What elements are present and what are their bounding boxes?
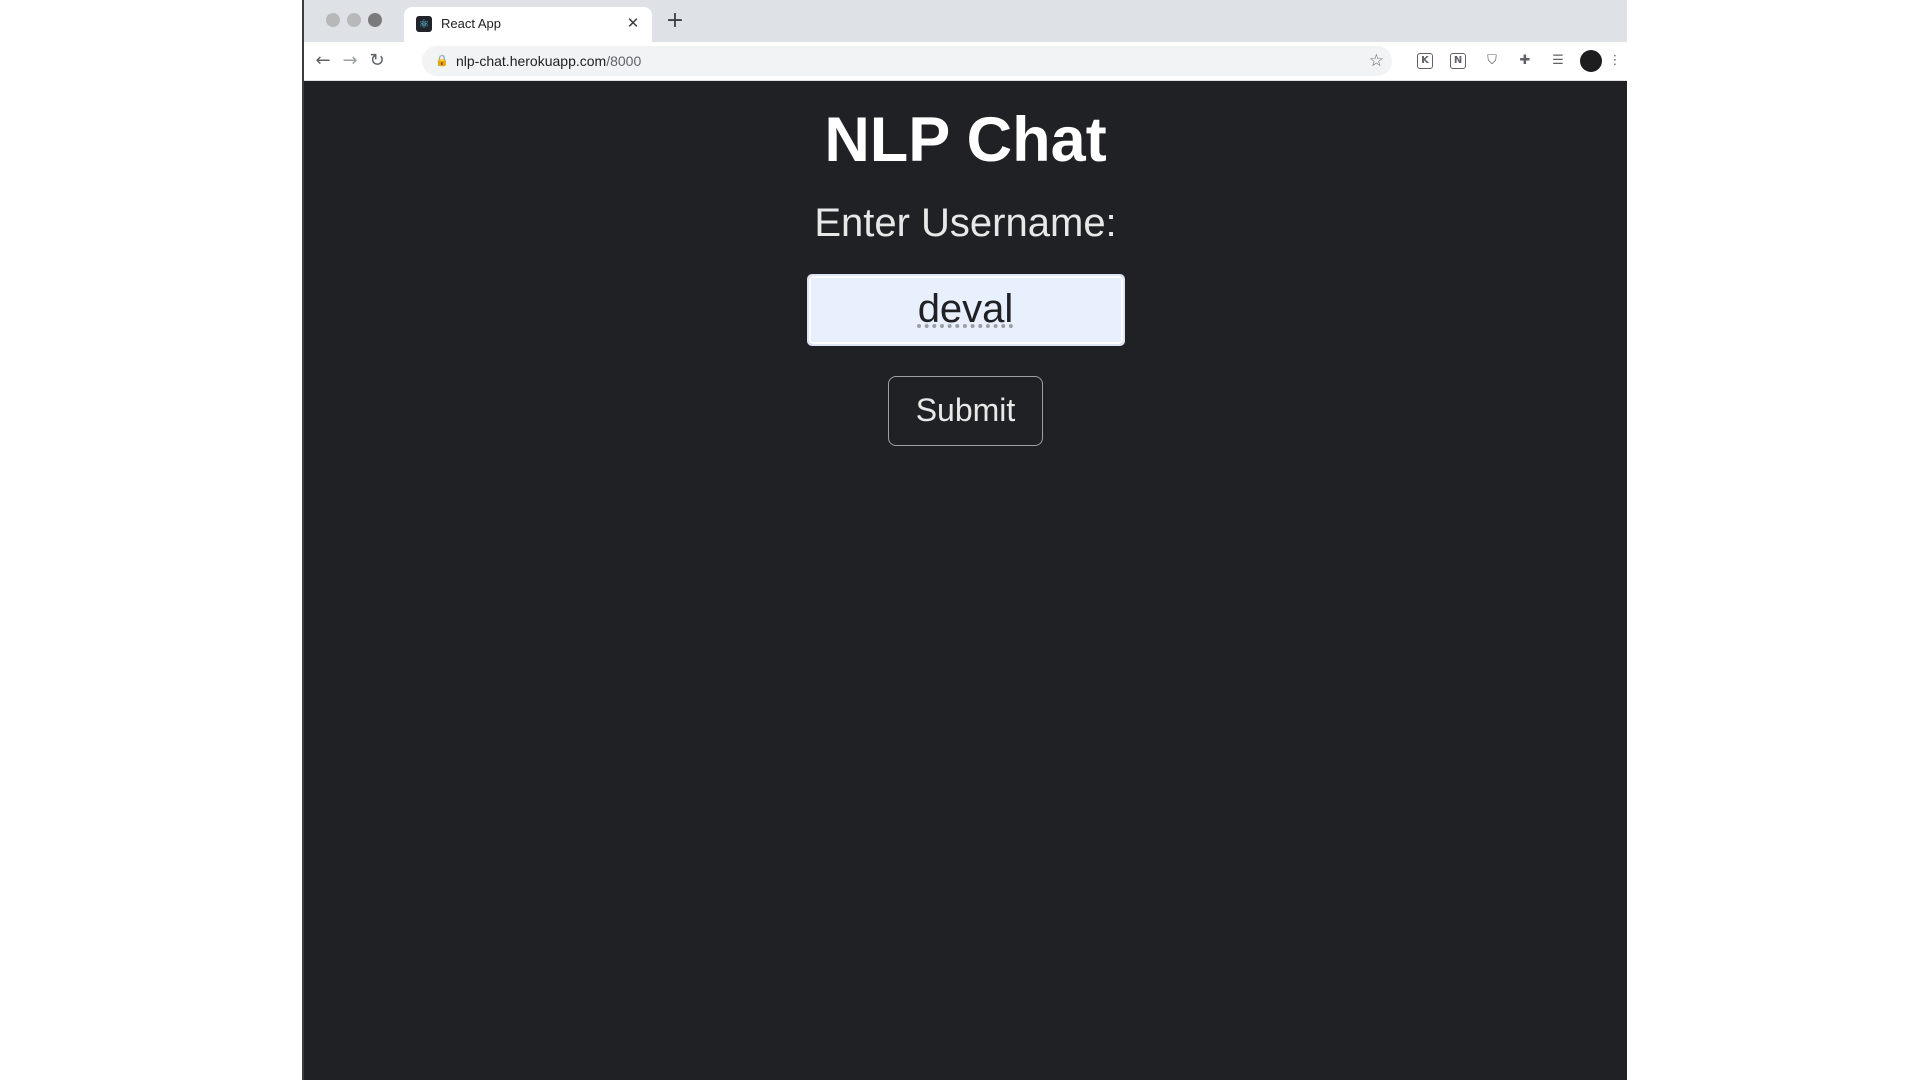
kebab-menu-icon[interactable]: ⋮: [1606, 52, 1624, 70]
minimize-window-button[interactable]: [347, 13, 361, 27]
puzzle-icon[interactable]: ✚: [1516, 52, 1534, 70]
tab-react-app[interactable]: ⚛ React App ✕: [404, 7, 652, 42]
url-path: /8000: [606, 53, 642, 69]
lock-icon[interactable]: 🔒: [434, 53, 450, 69]
shield-icon[interactable]: ⛉: [1483, 52, 1501, 70]
extension-k-icon[interactable]: K: [1417, 53, 1433, 69]
username-prompt-label: Enter Username:: [814, 200, 1117, 245]
bookmark-star-icon[interactable]: ☆: [1369, 51, 1384, 71]
maximize-window-button[interactable]: [368, 13, 382, 27]
url-text[interactable]: nlp-chat.herokuapp.com/8000: [456, 53, 641, 69]
react-icon: ⚛: [416, 16, 432, 32]
forward-arrow-icon[interactable]: →: [339, 50, 361, 72]
browser-window: ⚛ React App ✕ + ← → ↻ 🔒 nlp-chat.herokua…: [302, 0, 1627, 1080]
url-host: nlp-chat.herokuapp.com: [456, 53, 607, 69]
reading-list-icon[interactable]: ☰: [1549, 52, 1567, 70]
username-input[interactable]: [806, 273, 1125, 346]
close-tab-icon[interactable]: ✕: [624, 14, 642, 32]
address-bar[interactable]: 🔒 nlp-chat.herokuapp.com/8000 ☆: [422, 46, 1392, 76]
submit-button[interactable]: Submit: [888, 375, 1043, 446]
tab-title: React App: [441, 16, 501, 31]
tab-strip: ⚛ React App ✕ +: [304, 0, 1627, 42]
page-content: NLP Chat Enter Username: Submit: [304, 81, 1627, 1080]
notion-icon[interactable]: N: [1450, 53, 1466, 69]
browser-toolbar: ← → ↻ 🔒 nlp-chat.herokuapp.com/8000 ☆ K …: [304, 42, 1627, 81]
back-arrow-icon[interactable]: ←: [312, 50, 334, 72]
close-window-button[interactable]: [326, 13, 340, 27]
page-title: NLP Chat: [824, 105, 1107, 175]
profile-avatar[interactable]: [1580, 50, 1602, 72]
new-tab-icon[interactable]: +: [664, 10, 686, 32]
reload-icon[interactable]: ↻: [366, 50, 388, 72]
